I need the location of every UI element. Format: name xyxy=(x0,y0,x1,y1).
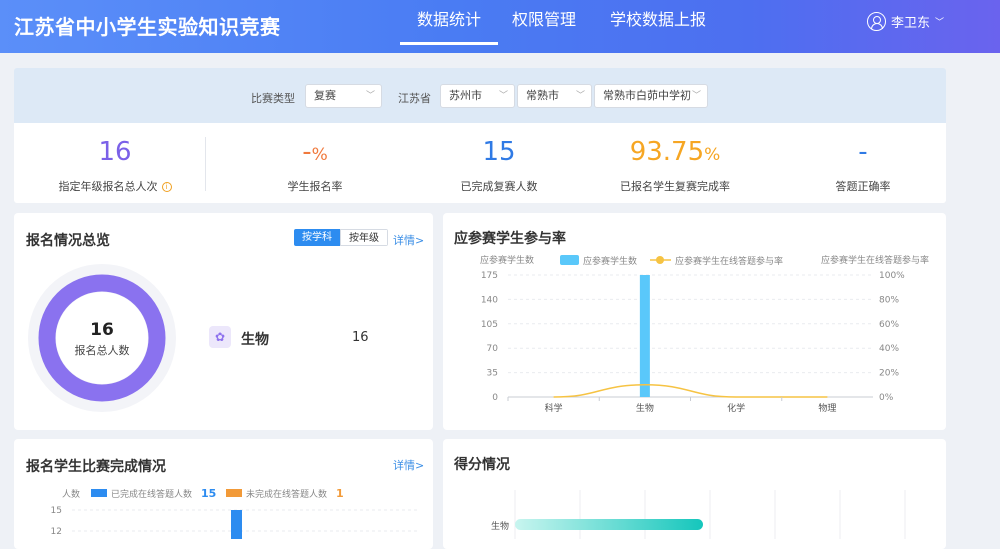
x-tick-label: 化学 xyxy=(727,402,745,414)
nav-tab-label: 权限管理 xyxy=(512,10,577,29)
flower-icon: ✿ xyxy=(209,326,231,348)
select-value: 复赛 xyxy=(314,89,336,102)
y-tick-label: 12 xyxy=(51,527,62,537)
nav-tab-permissions[interactable]: 权限管理 xyxy=(512,0,582,53)
top-navigation-bar: 江苏省中小学生实验知识竞赛 数据统计 权限管理 学校数据上报 李卫东 ﹀ xyxy=(0,0,1000,53)
city-select[interactable]: 苏州市 ﹀ xyxy=(440,84,515,108)
select-value: 常熟市 xyxy=(526,89,559,102)
y-tick-label: 70 xyxy=(487,344,499,354)
active-tab-indicator xyxy=(400,42,498,45)
y2-tick-label: 20% xyxy=(879,369,899,379)
chevron-down-icon: ﹀ xyxy=(575,91,585,101)
left-axis-title: 应参赛学生数 xyxy=(480,254,534,266)
legend-bar-swatch xyxy=(560,255,579,265)
stat-completion-rate-value: 93.75% xyxy=(629,137,721,167)
view-toggle: 按学科 按年级 xyxy=(294,229,388,246)
stat-completion-rate-label: 已报名学生复赛完成率 xyxy=(620,180,730,193)
y-tick-label: 35 xyxy=(487,369,498,379)
stat-registration-rate-label: 学生报名率 xyxy=(287,180,343,193)
chevron-down-icon: ﹀ xyxy=(365,91,375,101)
stat-accuracy-label: 答题正确率 xyxy=(835,180,891,193)
nav-tab-label: 学校数据上报 xyxy=(610,10,707,29)
y-tick-label: 175 xyxy=(481,271,498,281)
completion-status-title: 报名学生比赛完成情况 xyxy=(26,459,166,475)
participation-rate-line xyxy=(553,384,828,398)
completion-bar-chart: 人数 已完成在线答题人数 15 未完成在线答题人数 1 15 12 xyxy=(51,487,419,539)
nav-tab-statistics[interactable]: 数据统计 xyxy=(400,0,498,53)
tab-by-subject[interactable]: 按学科 xyxy=(294,229,340,246)
school-select[interactable]: 常熟市白茆中学初 ﹀ xyxy=(594,84,708,108)
tab-by-grade[interactable]: 按年级 xyxy=(340,229,388,246)
legend-done-label: 已完成在线答题人数 xyxy=(111,488,192,500)
chevron-down-icon: ﹀ xyxy=(934,18,944,28)
completion-y-axis-title: 人数 xyxy=(62,488,80,500)
x-tick-label: 生物 xyxy=(636,402,654,414)
legend-line-marker xyxy=(656,256,664,264)
subject-count: 16 xyxy=(352,330,369,345)
legend-bar-label: 应参赛学生数 xyxy=(583,255,637,267)
chart-grid: 175 100% 140 80% 105 60% 70 40% 35 20% 0 0% xyxy=(481,271,905,403)
chart-bars xyxy=(639,275,650,397)
subject-name: 生物 xyxy=(241,332,269,348)
user-circle-icon xyxy=(866,12,886,31)
x-tick-label: 科学 xyxy=(545,402,563,414)
y2-tick-label: 100% xyxy=(879,271,905,281)
y-tick-label: 15 xyxy=(51,506,62,516)
county-select[interactable]: 常熟市 ﹀ xyxy=(517,84,592,108)
category-labels: 科学 生物 化学 物理 xyxy=(507,397,836,414)
nav-tab-school-report[interactable]: 学校数据上报 xyxy=(610,0,720,53)
y2-tick-label: 60% xyxy=(879,320,899,330)
participation-rate-title: 应参赛学生参与率 xyxy=(454,231,566,247)
user-menu[interactable]: 李卫东 ﹀ xyxy=(866,12,944,31)
score-category-label: 生物 xyxy=(491,520,509,532)
select-value: 常熟市白茆中学初 xyxy=(603,89,691,102)
right-axis-title: 应参赛学生在线答题参与率 xyxy=(821,254,929,266)
participation-combo-chart: 应参赛学生数 应参赛学生在线答题参与率 应参赛学生数 应参赛学生在线答题参与率 … xyxy=(480,254,929,414)
nav-tab-label: 数据统计 xyxy=(416,10,481,29)
chevron-down-icon: ﹀ xyxy=(498,91,508,101)
chevron-down-icon: ﹀ xyxy=(691,91,701,101)
chart-bar xyxy=(639,275,650,397)
legend-done-swatch xyxy=(91,489,107,497)
legend-done-count: 15 xyxy=(201,487,216,500)
completion-details-link[interactable]: 详情> xyxy=(393,457,424,473)
y-tick-label: 105 xyxy=(481,320,498,330)
app-title: 江苏省中小学生实验知识竞赛 xyxy=(14,15,281,39)
y2-tick-label: 40% xyxy=(879,344,899,354)
stats-divider xyxy=(205,137,206,191)
stat-total-registrations-value: 16 xyxy=(98,137,132,167)
stat-total-registrations-label: 指定年级报名总人次 i xyxy=(40,178,190,194)
select-value: 苏州市 xyxy=(449,89,482,102)
x-tick-label: 物理 xyxy=(818,402,836,414)
registration-details-link[interactable]: 详情> xyxy=(393,232,424,248)
stat-completed-count-label: 已完成复赛人数 xyxy=(460,180,538,193)
y2-tick-label: 80% xyxy=(879,295,899,305)
info-icon[interactable]: i xyxy=(161,182,172,192)
donut-total-value: 16 xyxy=(90,320,114,340)
score-title: 得分情况 xyxy=(454,457,510,473)
competition-type-select[interactable]: 复赛 ﹀ xyxy=(305,84,382,108)
y-tick-label: 0 xyxy=(492,393,498,403)
stat-registration-rate-value: -% xyxy=(302,137,328,167)
legend-undone-swatch xyxy=(226,489,242,497)
registration-overview-title: 报名情况总览 xyxy=(26,233,110,249)
user-name: 李卫东 xyxy=(890,16,930,31)
score-bar-chart: 生物 xyxy=(491,490,906,539)
registration-donut-chart: 16 报名总人数 xyxy=(28,264,176,412)
donut-total-label: 报名总人数 xyxy=(75,343,130,357)
legend-undone-label: 未完成在线答题人数 xyxy=(246,488,327,500)
competition-type-label: 比赛类型 xyxy=(251,92,295,105)
stat-accuracy-value: - xyxy=(858,137,868,167)
y2-tick-label: 0% xyxy=(879,393,894,403)
y-tick-label: 140 xyxy=(481,295,498,305)
legend-line-label: 应参赛学生在线答题参与率 xyxy=(675,255,783,267)
score-bar xyxy=(515,519,703,530)
stat-completed-count-value: 15 xyxy=(482,137,516,167)
completion-bar-done xyxy=(231,510,242,539)
province-label: 江苏省 xyxy=(398,92,431,105)
legend-undone-count: 1 xyxy=(336,487,344,500)
